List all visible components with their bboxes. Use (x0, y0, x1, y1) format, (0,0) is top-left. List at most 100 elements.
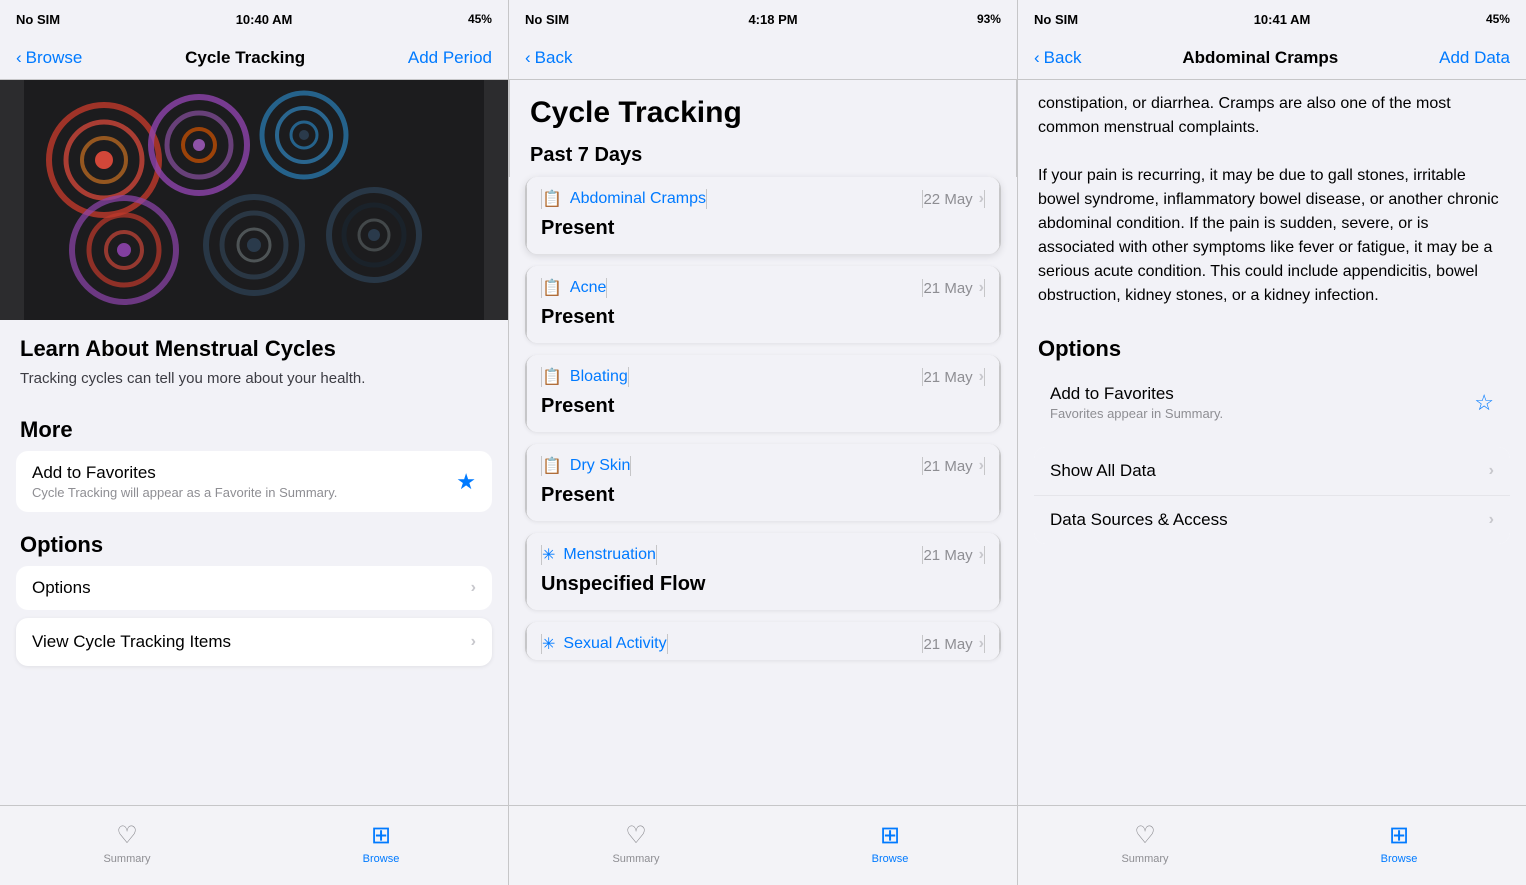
tracking-card-bloating[interactable]: 📋 Bloating 21 May › Present (525, 355, 1001, 432)
tab-browse-2[interactable]: ⊞ Browse (763, 806, 1017, 869)
add-favorites-sub: Cycle Tracking will appear as a Favorite… (32, 485, 337, 500)
add-favorites-item[interactable]: Add to Favorites Cycle Tracking will app… (16, 451, 492, 512)
add-favorites-text-3: Add to Favorites (1050, 384, 1223, 404)
back-button-1[interactable]: ‹ Browse (16, 48, 82, 68)
battery-1: 45% (468, 12, 492, 26)
panel-browse-cycle-tracking: No SIM 10:40 AM 45% ‹ Browse Cycle Track… (0, 0, 508, 885)
back-button-2[interactable]: ‹ Back (525, 48, 572, 68)
tracking-name-text-bloating: Bloating (570, 368, 628, 386)
tab-browse-1[interactable]: ⊞ Browse (254, 806, 508, 869)
heart-icon-3: ♡ (1134, 821, 1156, 850)
nav-title-1: Cycle Tracking (185, 48, 305, 68)
chevron-acne-icon: › (979, 279, 984, 297)
add-favorites-option[interactable]: Add to Favorites Favorites appear in Sum… (1034, 370, 1510, 435)
tracking-header-abdominal: 📋 Abdominal Cramps 22 May › (526, 177, 1000, 215)
star-outline-icon: ☆ (1474, 390, 1494, 416)
tracking-date-menstruation: 21 May › (922, 546, 985, 564)
battery-2: 93% (977, 12, 1001, 26)
status-no-sim-1: No SIM (16, 12, 60, 27)
status-bar-2: No SIM 4:18 PM 93% (509, 0, 1017, 36)
options-card: Options › (16, 566, 492, 610)
period-label: Past 7 Days (509, 136, 1017, 177)
hero-text-1: Learn About Menstrual Cycles Tracking cy… (0, 320, 508, 397)
status-no-sim-2: No SIM (525, 12, 569, 27)
tracking-date-dry-skin: 21 May › (922, 457, 985, 475)
tracking-header-menstruation: ✳ Menstruation 21 May › (526, 533, 1000, 571)
add-favorites-content-3: Add to Favorites Favorites appear in Sum… (1050, 384, 1223, 421)
hero-image-1 (0, 80, 508, 320)
show-all-data-item[interactable]: Show All Data › (1034, 447, 1510, 496)
tracking-date-acne: 21 May › (922, 279, 985, 297)
back-chevron-1: ‹ (16, 48, 22, 68)
tracking-card-sexual-activity[interactable]: ✳ Sexual Activity 21 May › (525, 622, 1001, 660)
tracking-date-bloating: 21 May › (922, 368, 985, 386)
chevron-menstruation-icon: › (979, 546, 984, 564)
options-list-3: Add to Favorites Favorites appear in Sum… (1034, 370, 1510, 435)
grid-icon-3: ⊞ (1389, 821, 1409, 850)
show-all-chevron-icon: › (1489, 462, 1494, 480)
clipboard-icon-dry-skin: 📋 (542, 456, 562, 476)
data-sources-item[interactable]: Data Sources & Access › (1034, 496, 1510, 544)
back-button-3[interactable]: ‹ Back (1034, 48, 1081, 68)
status-time-2: 4:18 PM (748, 12, 797, 27)
tab-browse-label-1: Browse (363, 853, 400, 865)
description-text-2: If your pain is recurring, it may be due… (1018, 152, 1526, 320)
status-time-3: 10:41 AM (1254, 12, 1311, 27)
chevron-sexual-icon: › (979, 635, 984, 653)
hero-title-1: Learn About Menstrual Cycles (20, 336, 488, 362)
heart-icon-2: ♡ (625, 821, 647, 850)
nav-bar-1: ‹ Browse Cycle Tracking Add Period (0, 36, 508, 80)
add-favorites-content: Add to Favorites Cycle Tracking will app… (32, 463, 337, 500)
options-section-header: Options (0, 512, 508, 566)
scroll-area-1: Learn About Menstrual Cycles Tracking cy… (0, 80, 508, 805)
add-period-button[interactable]: Add Period (408, 48, 492, 68)
tab-bar-3: ♡ Summary ⊞ Browse (1018, 805, 1526, 885)
tab-bar-1: ♡ Summary ⊞ Browse (0, 805, 508, 885)
flower-icon-menstruation: ✳ (542, 545, 555, 565)
status-right-3: 45% (1486, 12, 1510, 26)
panel-cycle-tracking-detail: No SIM 4:18 PM 93% ‹ Back Cycle Tracking… (508, 0, 1018, 885)
date-text-dry-skin: 21 May (923, 458, 972, 475)
data-sources-text: Data Sources & Access (1050, 510, 1228, 530)
tab-summary-2[interactable]: ♡ Summary (509, 806, 763, 869)
tracking-header-bloating: 📋 Bloating 21 May › (526, 355, 1000, 393)
options-item[interactable]: Options › (16, 566, 492, 610)
chevron-bloating-icon: › (979, 368, 984, 386)
tracking-value-bloating: Present (526, 393, 1000, 432)
tracking-card-acne[interactable]: 📋 Acne 21 May › Present (525, 266, 1001, 343)
tab-summary-label-3: Summary (1121, 853, 1168, 865)
view-cycle-items-card[interactable]: View Cycle Tracking Items › (16, 618, 492, 666)
date-text-abdominal: 22 May (923, 191, 972, 208)
view-cycle-items-chevron-icon: › (471, 633, 476, 651)
tab-summary-1[interactable]: ♡ Summary (0, 806, 254, 869)
chevron-dry-skin-icon: › (979, 457, 984, 475)
show-all-data-text: Show All Data (1050, 461, 1156, 481)
tracking-value-acne: Present (526, 304, 1000, 343)
nav-title-3: Abdominal Cramps (1182, 48, 1338, 68)
tracking-name-text-menstruation: Menstruation (563, 546, 656, 564)
view-cycle-items-label: View Cycle Tracking Items (32, 632, 231, 652)
tab-browse-3[interactable]: ⊞ Browse (1272, 806, 1526, 869)
tracking-date-abdominal: 22 May › (922, 190, 985, 208)
tracking-card-menstruation[interactable]: ✳ Menstruation 21 May › Unspecified Flow (525, 533, 1001, 610)
tracking-value-dry-skin: Present (526, 482, 1000, 521)
tab-browse-label-2: Browse (872, 853, 909, 865)
back-label-1: Browse (26, 48, 83, 68)
status-time-1: 10:40 AM (236, 12, 293, 27)
tab-summary-label-2: Summary (612, 853, 659, 865)
clipboard-icon-abdominal: 📋 (542, 189, 562, 209)
tracking-card-abdominal[interactable]: 📋 Abdominal Cramps 22 May › Present (525, 177, 1001, 254)
tracking-header-acne: 📋 Acne 21 May › (526, 266, 1000, 304)
clipboard-icon-bloating: 📋 (542, 367, 562, 387)
tab-summary-3[interactable]: ♡ Summary (1018, 806, 1272, 869)
clipboard-icon-acne: 📋 (542, 278, 562, 298)
add-data-button[interactable]: Add Data (1439, 48, 1510, 68)
description-text-1: constipation, or diarrhea. Cramps are al… (1018, 80, 1526, 152)
tracking-card-dry-skin[interactable]: 📋 Dry Skin 21 May › Present (525, 444, 1001, 521)
options-section-3: Options (1018, 320, 1526, 370)
flower-icon-sexual: ✳ (542, 634, 555, 654)
add-favorites-label: Add to Favorites (32, 463, 337, 483)
options-chevron-icon: › (471, 579, 476, 597)
tracking-name-sexual: ✳ Sexual Activity (541, 634, 668, 654)
hero-subtitle-1: Tracking cycles can tell you more about … (20, 368, 488, 389)
